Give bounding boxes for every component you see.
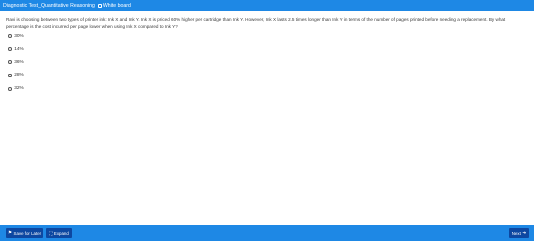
option-1[interactable]: 30% (8, 33, 24, 39)
option-label: 28% (14, 73, 24, 79)
option-label: 36% (14, 59, 24, 65)
next-button[interactable]: Next ➜ (509, 228, 529, 238)
option-2[interactable]: 14% (8, 46, 24, 52)
whiteboard-link[interactable]: White board (103, 3, 131, 9)
whiteboard-icon[interactable] (97, 3, 102, 8)
question-text: Ravi is choosing between two types of pr… (6, 17, 506, 29)
top-bar: Diagnostic Test_Quantitative Reasoning W… (0, 0, 534, 11)
option-label: 30% (14, 33, 24, 39)
bottom-bar: ⚑ Save for Later ⛶ Expand Next ➜ (0, 225, 534, 241)
next-label: Next (511, 230, 521, 236)
radio-button[interactable] (8, 47, 12, 52)
option-label: 14% (14, 46, 24, 52)
option-label: 32% (14, 86, 24, 92)
expand-label: Expand (53, 230, 69, 236)
option-5[interactable]: 32% (8, 86, 24, 92)
save-for-later-button[interactable]: ⚑ Save for Later (6, 228, 43, 238)
radio-button[interactable] (8, 73, 12, 78)
arrow-right-icon: ➜ (522, 230, 527, 235)
bookmark-icon: ⚑ (7, 230, 13, 235)
expand-button[interactable]: ⛶ Expand (46, 228, 72, 238)
save-label: Save for Later (13, 230, 42, 236)
radio-button[interactable] (8, 60, 12, 65)
answer-options: 30% 14% 36% 28% 32% (8, 33, 24, 99)
radio-button[interactable] (8, 34, 12, 38)
test-title: Diagnostic Test_Quantitative Reasoning (3, 2, 95, 9)
option-4[interactable]: 28% (8, 73, 24, 79)
option-3[interactable]: 36% (8, 59, 24, 65)
radio-button[interactable] (8, 86, 12, 91)
expand-icon: ⛶ (49, 230, 53, 236)
